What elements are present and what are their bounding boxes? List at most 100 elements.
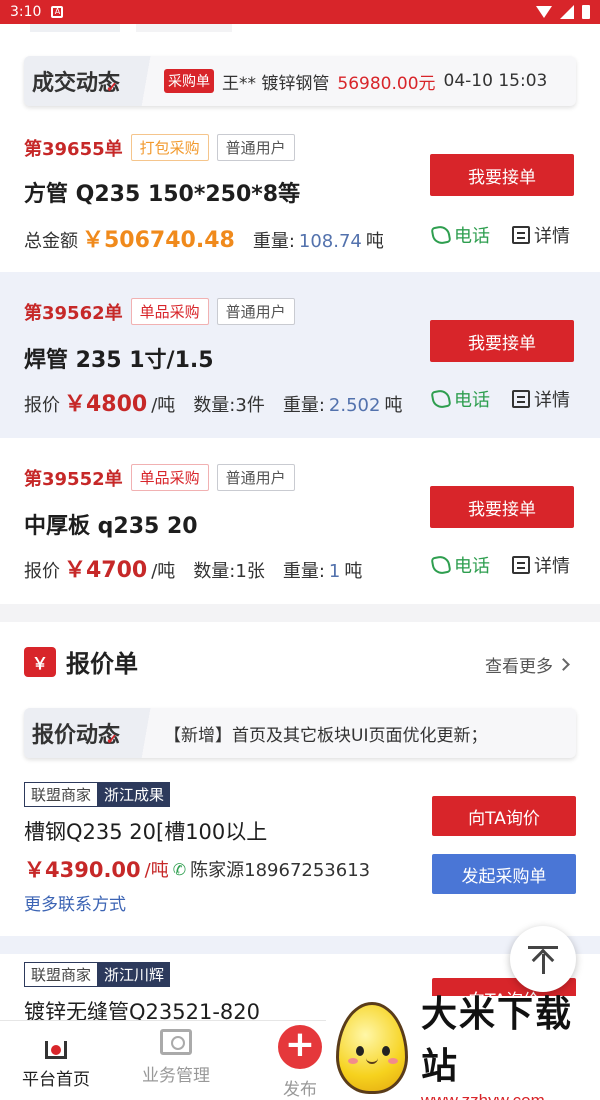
quote-title: 镀锌无缝管Q23521-820 <box>24 1000 260 1020</box>
arrow-up-icon <box>528 944 558 974</box>
wifi-icon <box>536 6 552 18</box>
weight-unit: 吨 <box>384 395 403 416</box>
watermark-title: 大米下载站 <box>421 994 574 1087</box>
order-type-badge: 打包采购 <box>130 134 209 161</box>
quote-card[interactable]: 联盟商家 浙江成果 槽钢Q235 20[槽100以上 ￥4390.00 /吨 ✆… <box>0 782 600 942</box>
phone-button[interactable]: 电话 <box>430 222 490 248</box>
tab-publish-label: 发布 <box>283 1080 317 1100</box>
phone-icon <box>430 388 452 410</box>
tab-publish[interactable]: + 发布 <box>278 1025 322 1100</box>
document-icon <box>512 226 530 244</box>
merchant-badge: 联盟商家 <box>24 962 99 987</box>
deal-tag: 采购单 <box>164 69 214 93</box>
order-type-badge: 单品采购 <box>130 464 209 491</box>
start-purchase-button[interactable]: 发起采购单 <box>432 854 576 894</box>
order-card[interactable]: 第39655单 打包采购 普通用户 方管 Q235 150*250*8等 总金额… <box>0 124 600 286</box>
tab-home-label: 平台首页 <box>22 1070 90 1090</box>
section-divider <box>0 604 600 622</box>
accept-order-button[interactable]: 我要接单 <box>430 486 574 528</box>
plus-icon: + <box>278 1025 322 1069</box>
order-card[interactable]: 第39552单 单品采购 普通用户 中厚板 q235 20 报价 ￥4700 /… <box>0 438 600 604</box>
main-scroll[interactable]: 成交动态 ✓ 采购单 王** 镀锌钢管 56980.00元 04-10 15:0… <box>0 24 600 1020</box>
order-number: 第39552单 <box>24 468 123 490</box>
more-contact-link[interactable]: 更多联系方式 <box>24 890 126 915</box>
mascot-logo <box>330 998 411 1098</box>
deal-time: 04-10 15:03 <box>443 71 548 91</box>
weight-label: 重量: <box>252 231 295 252</box>
order-number: 第39655单 <box>24 138 123 160</box>
home-icon <box>39 1029 73 1059</box>
order-price: ￥4700 <box>64 558 148 583</box>
accept-order-button[interactable]: 我要接单 <box>430 154 574 196</box>
merchant-name-badge: 浙江成果 <box>98 782 171 807</box>
status-time: 3:10 <box>10 4 42 20</box>
view-more-link[interactable]: 查看更多 <box>485 652 570 677</box>
check-icon: ✓ <box>106 732 118 748</box>
contact-info[interactable]: 陈家源18967253613 <box>190 856 370 882</box>
inquire-button[interactable]: 向TA询价 <box>432 796 576 836</box>
quote-title: 槽钢Q235 20[槽100以上 <box>24 820 268 844</box>
check-icon: ✓ <box>106 80 118 96</box>
quote-price: ￥4390.00 <box>24 858 141 882</box>
order-title: 中厚板 q235 20 <box>24 514 198 539</box>
signal-icon <box>560 5 574 19</box>
deal-ticker[interactable]: 成交动态 ✓ 采购单 王** 镀锌钢管 56980.00元 04-10 15:0… <box>24 56 576 106</box>
order-title: 方管 Q235 150*250*8等 <box>24 182 301 207</box>
order-weight: 108.74 <box>298 231 362 252</box>
status-bar: 3:10 A <box>0 0 600 24</box>
watermark-url: www.zzhyw.com <box>421 1091 600 1100</box>
scroll-hint <box>30 24 120 32</box>
quote-ticker-label: 报价动态 ✓ <box>24 708 164 758</box>
detail-button[interactable]: 详情 <box>512 386 570 412</box>
business-icon <box>160 1029 192 1055</box>
tab-home[interactable]: 平台首页 <box>22 1029 90 1090</box>
detail-label: 详情 <box>534 556 570 577</box>
price-unit: /吨 <box>151 395 176 416</box>
price-label: 总金额 <box>24 231 78 252</box>
order-card[interactable]: 第39562单 单品采购 普通用户 焊管 235 1寸/1.5 报价 ￥4800… <box>0 272 600 438</box>
phone-icon <box>430 554 452 576</box>
quote-ticker[interactable]: 报价动态 ✓ 【新增】首页及其它板块UI页面优化更新； <box>24 708 576 758</box>
phone-button[interactable]: 电话 <box>430 552 490 578</box>
order-price: ￥506740.48 <box>82 228 235 253</box>
phone-label: 电话 <box>454 556 490 577</box>
detail-label: 详情 <box>534 390 570 411</box>
phone-icon: ✆ <box>172 859 187 879</box>
chevron-right-icon <box>557 658 570 671</box>
order-number: 第39562单 <box>24 302 123 324</box>
user-type-badge: 普通用户 <box>216 298 295 325</box>
phone-icon <box>430 224 452 246</box>
section-title: 报价单 <box>66 650 138 678</box>
phone-label: 电话 <box>454 226 490 247</box>
user-type-badge: 普通用户 <box>216 134 295 161</box>
accept-order-button[interactable]: 我要接单 <box>430 320 574 362</box>
merchant-name-badge: 浙江川辉 <box>98 962 171 987</box>
deal-ticker-label: 成交动态 ✓ <box>24 56 164 106</box>
quote-ticker-text: 【新增】首页及其它板块UI页面优化更新； <box>164 725 488 746</box>
detail-button[interactable]: 详情 <box>512 222 570 248</box>
detail-button[interactable]: 详情 <box>512 552 570 578</box>
deal-ticker-section: 成交动态 ✓ 采购单 王** 镀锌钢管 56980.00元 04-10 15:0… <box>0 24 600 124</box>
back-to-top-button[interactable] <box>510 926 576 992</box>
deal-price: 56980.00元 <box>337 73 436 94</box>
scroll-hint-2 <box>136 24 232 32</box>
battery-icon <box>582 5 590 19</box>
weight-label: 重量: <box>282 561 325 582</box>
phone-button[interactable]: 电话 <box>430 386 490 412</box>
order-quantity: 数量:1张 <box>193 561 265 582</box>
deal-text: 王** 镀锌钢管 <box>222 73 330 94</box>
weight-label: 重量: <box>282 395 325 416</box>
phone-label: 电话 <box>454 390 490 411</box>
app-notification-icon: A <box>51 6 64 18</box>
order-title: 焊管 235 1寸/1.5 <box>24 348 214 373</box>
document-icon <box>512 390 530 408</box>
tab-business[interactable]: 业务管理 <box>142 1029 210 1086</box>
user-type-badge: 普通用户 <box>216 464 295 491</box>
document-icon <box>512 556 530 574</box>
price-label: 报价 <box>24 561 60 582</box>
tab-business-label: 业务管理 <box>142 1066 210 1086</box>
order-type-badge: 单品采购 <box>130 298 209 325</box>
order-weight: 2.502 <box>328 395 381 416</box>
watermark: 大米下载站 www.zzhyw.com <box>326 994 600 1100</box>
price-unit: /吨 <box>151 561 176 582</box>
